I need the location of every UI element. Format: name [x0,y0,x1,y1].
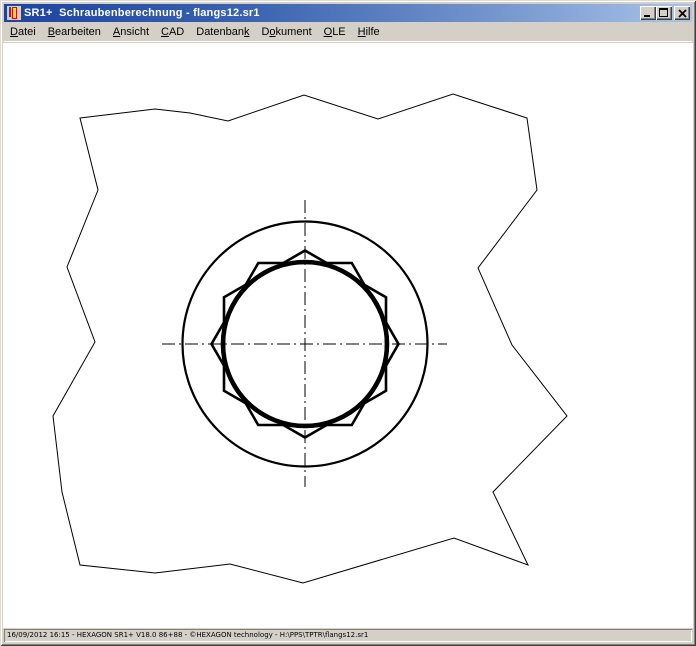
menu-item-ole[interactable]: OLE [318,24,352,40]
close-icon [678,9,687,18]
window-title: SR1+ Schraubenberechnung - flangs12.sr1 [24,7,260,19]
app-window: SR1+ Schraubenberechnung - flangs12.sr1 … [0,0,696,646]
menu-item-cad[interactable]: CAD [155,24,190,40]
app-icon-shape [9,7,11,17]
app-icon[interactable] [7,6,21,20]
maximize-icon [659,8,669,18]
menu-item-bearbeiten[interactable]: Bearbeiten [42,24,107,40]
maximize-button[interactable] [656,6,672,20]
status-text: 16/09/2012 16:15 - HEXAGON SR1+ V18.0 86… [4,629,692,642]
screw-icon [12,7,17,19]
menu-item-ansicht[interactable]: Ansicht [107,24,155,40]
status-bar: 16/09/2012 16:15 - HEXAGON SR1+ V18.0 86… [3,628,693,643]
drawing-canvas[interactable] [3,43,693,628]
close-button[interactable] [674,6,690,20]
menu-item-datei[interactable]: Datei [4,24,42,40]
break-outline [53,94,567,583]
menu-item-dokument[interactable]: Dokument [255,24,317,40]
window-controls [640,6,690,20]
minimize-icon [643,8,653,18]
minimize-button[interactable] [640,6,656,20]
title-bar[interactable]: SR1+ Schraubenberechnung - flangs12.sr1 [4,4,692,22]
menu-item-hilfe[interactable]: Hilfe [352,24,386,40]
menu-bar: DateiBearbeitenAnsichtCADDatenbankDokume… [4,23,692,42]
cad-drawing [3,43,693,628]
menu-item-datenbank[interactable]: Datenbank [190,24,255,40]
